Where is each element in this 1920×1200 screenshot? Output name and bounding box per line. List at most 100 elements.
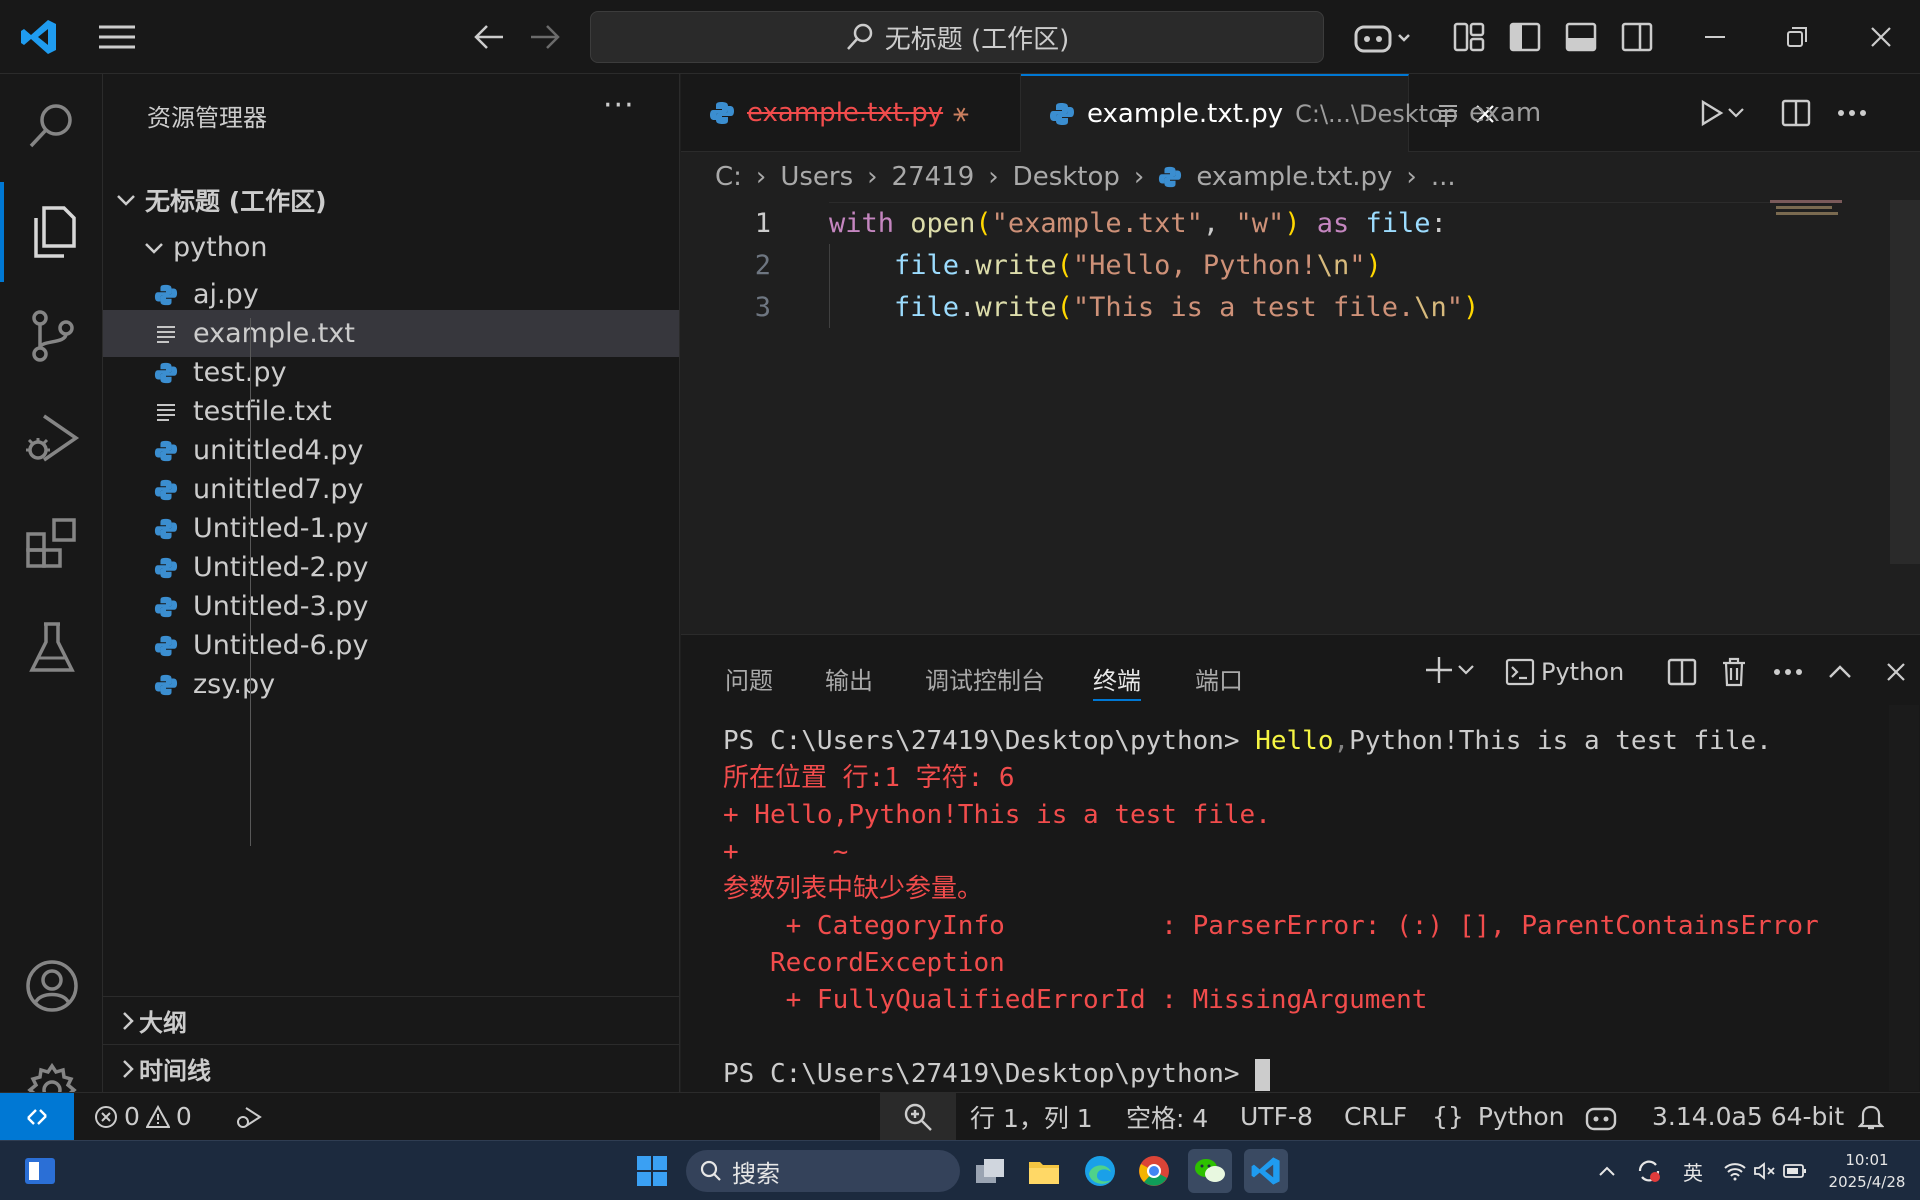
panel-more-icon[interactable] [1763, 647, 1813, 697]
clock-date: 2025/4/28 [1828, 1173, 1906, 1191]
timeline-section[interactable]: 时间线 [103, 1044, 679, 1092]
toggle-secondary-sidebar-icon[interactable] [1612, 12, 1662, 62]
clock[interactable]: 10:01 2025/4/28 [1822, 1149, 1912, 1193]
search-icon [700, 1160, 722, 1182]
file-label: unititled4.py [193, 435, 364, 466]
restore-icon[interactable] [1772, 12, 1822, 62]
terminal-prompt: PS C:\Users\27419\Desktop\python> [723, 726, 1256, 756]
tab-example-active[interactable]: example.txt.py C:\...\Desktop [1021, 74, 1494, 152]
warning-icon [145, 1104, 170, 1129]
file-item[interactable]: zsy.py [103, 661, 679, 708]
tab-example-txt[interactable]: example.tx [1409, 74, 1539, 152]
forward-arrow-icon[interactable] [520, 12, 570, 62]
chrome-browser-icon[interactable] [1132, 1149, 1176, 1193]
taskbar-search[interactable]: 搜索 [686, 1150, 960, 1192]
trash-icon[interactable] [1709, 647, 1759, 697]
run-dropdown-chevron-icon[interactable] [1721, 88, 1751, 138]
tab-label: example.tx [1469, 98, 1539, 128]
cursor-position[interactable]: 行 1，列 1 [970, 1093, 1093, 1140]
end-of-line[interactable]: CRLF [1344, 1093, 1407, 1140]
battery-icon[interactable] [1778, 1149, 1812, 1193]
sync-icon[interactable] [1632, 1149, 1666, 1193]
search-activity-icon[interactable] [0, 76, 103, 176]
testing-activity-icon[interactable] [0, 598, 103, 698]
breadcrumb-item[interactable]: ... [1431, 162, 1456, 192]
command-center-search[interactable]: 无标题 (工作区) [590, 11, 1324, 63]
windows-start-icon[interactable] [630, 1149, 674, 1193]
chevron-right-icon: › [755, 162, 767, 192]
terminal-shell-selector[interactable]: Python [1505, 647, 1624, 697]
task-view-icon[interactable] [968, 1149, 1012, 1193]
chevron-right-icon: › [988, 162, 999, 192]
breadcrumb-item[interactable]: 27419 [892, 162, 975, 192]
widgets-icon[interactable] [18, 1149, 62, 1193]
split-editor-icon[interactable] [1771, 88, 1821, 138]
source-control-activity-icon[interactable] [0, 286, 103, 386]
encoding[interactable]: UTF-8 [1240, 1093, 1313, 1140]
toggle-primary-sidebar-icon[interactable] [1500, 12, 1550, 62]
ime-indicator[interactable]: 英 [1676, 1149, 1710, 1193]
remote-indicator[interactable] [0, 1093, 74, 1140]
terminal-cursor [1255, 1058, 1271, 1091]
vscode-taskbar-icon[interactable] [1244, 1149, 1288, 1193]
language-label: Python [1477, 1102, 1565, 1131]
explorer-more-button[interactable]: ··· [603, 88, 635, 123]
debug-icon[interactable] [234, 1093, 264, 1140]
file-label: testfile.txt [193, 396, 332, 427]
tab-debug-console[interactable]: 调试控制台 [925, 661, 1045, 701]
outline-section[interactable]: 大纲 [103, 996, 679, 1044]
wechat-icon[interactable] [1188, 1149, 1232, 1193]
python-interpreter[interactable]: 3.14.0a5 64-bit [1652, 1093, 1844, 1140]
tab-problems[interactable]: 问题 [725, 661, 773, 701]
tab-example-deleted[interactable]: example.txt.py ⚹ [681, 74, 1021, 152]
back-arrow-icon[interactable] [464, 12, 514, 62]
deleted-marker-icon: ⚹ [953, 97, 969, 128]
text-file-icon [153, 321, 179, 347]
tab-output[interactable]: 输出 [825, 661, 873, 701]
workspace-label: 无标题 (工作区) [145, 186, 327, 216]
terminal-dropdown-chevron-icon[interactable] [1451, 645, 1481, 695]
folder-python[interactable]: python [103, 224, 679, 271]
minimap[interactable] [1768, 200, 1848, 220]
customize-layout-icon[interactable] [1444, 12, 1494, 62]
minimize-icon[interactable] [1690, 12, 1740, 62]
wifi-icon[interactable] [1718, 1149, 1752, 1193]
volume-muted-icon[interactable] [1748, 1149, 1782, 1193]
tray-chevron-up-icon[interactable] [1592, 1149, 1622, 1193]
accounts-icon[interactable] [0, 936, 103, 1036]
explorer-activity-icon[interactable] [0, 182, 103, 282]
extensions-activity-icon[interactable] [0, 494, 103, 594]
indentation[interactable]: 空格: 4 [1126, 1093, 1208, 1140]
maximize-panel-chevron-up-icon[interactable] [1815, 647, 1865, 697]
terminal-scrollbar[interactable] [1889, 705, 1919, 1091]
toggle-panel-icon[interactable] [1556, 12, 1606, 62]
file-explorer-icon[interactable] [1022, 1149, 1066, 1193]
error-count: 0 [124, 1102, 140, 1131]
tab-terminal[interactable]: 终端 [1093, 661, 1141, 701]
menu-icon[interactable] [92, 12, 142, 62]
problems-indicator[interactable]: 0 0 [94, 1093, 192, 1140]
copilot-status-icon[interactable] [1584, 1093, 1618, 1140]
copilot-icon[interactable] [1348, 12, 1418, 62]
close-window-icon[interactable] [1856, 12, 1906, 62]
editor-more-icon[interactable] [1827, 88, 1877, 138]
terminal-output[interactable]: PS C:\Users\27419\Desktop\python> Hello,… [723, 723, 1903, 1093]
zoom-search-icon[interactable] [880, 1093, 956, 1140]
code-editor[interactable]: 1 with open("example.txt", "w") as file:… [681, 202, 1920, 634]
editor-scrollbar[interactable] [1890, 200, 1920, 564]
breadcrumb-item[interactable]: Users [780, 162, 853, 192]
code-text: file.write("Hello, Python!\n") [894, 249, 1382, 281]
split-terminal-icon[interactable] [1657, 647, 1707, 697]
breadcrumb-item[interactable]: example.txt.py [1196, 162, 1392, 192]
breadcrumb-item[interactable]: Desktop [1013, 162, 1120, 192]
tab-ports[interactable]: 端口 [1195, 661, 1243, 701]
run-debug-activity-icon[interactable] [0, 388, 103, 488]
terminal-prompt: PS C:\Users\27419\Desktop\python> [723, 1059, 1256, 1089]
language-mode[interactable]: {} Python [1432, 1093, 1564, 1140]
notifications-bell-icon[interactable] [1858, 1093, 1884, 1140]
workspace-root[interactable]: 无标题 (工作区) [103, 176, 679, 223]
edge-browser-icon[interactable] [1078, 1149, 1122, 1193]
remote-icon [24, 1104, 50, 1130]
breadcrumb-item[interactable]: C: [715, 162, 742, 192]
close-panel-icon[interactable] [1871, 647, 1920, 697]
